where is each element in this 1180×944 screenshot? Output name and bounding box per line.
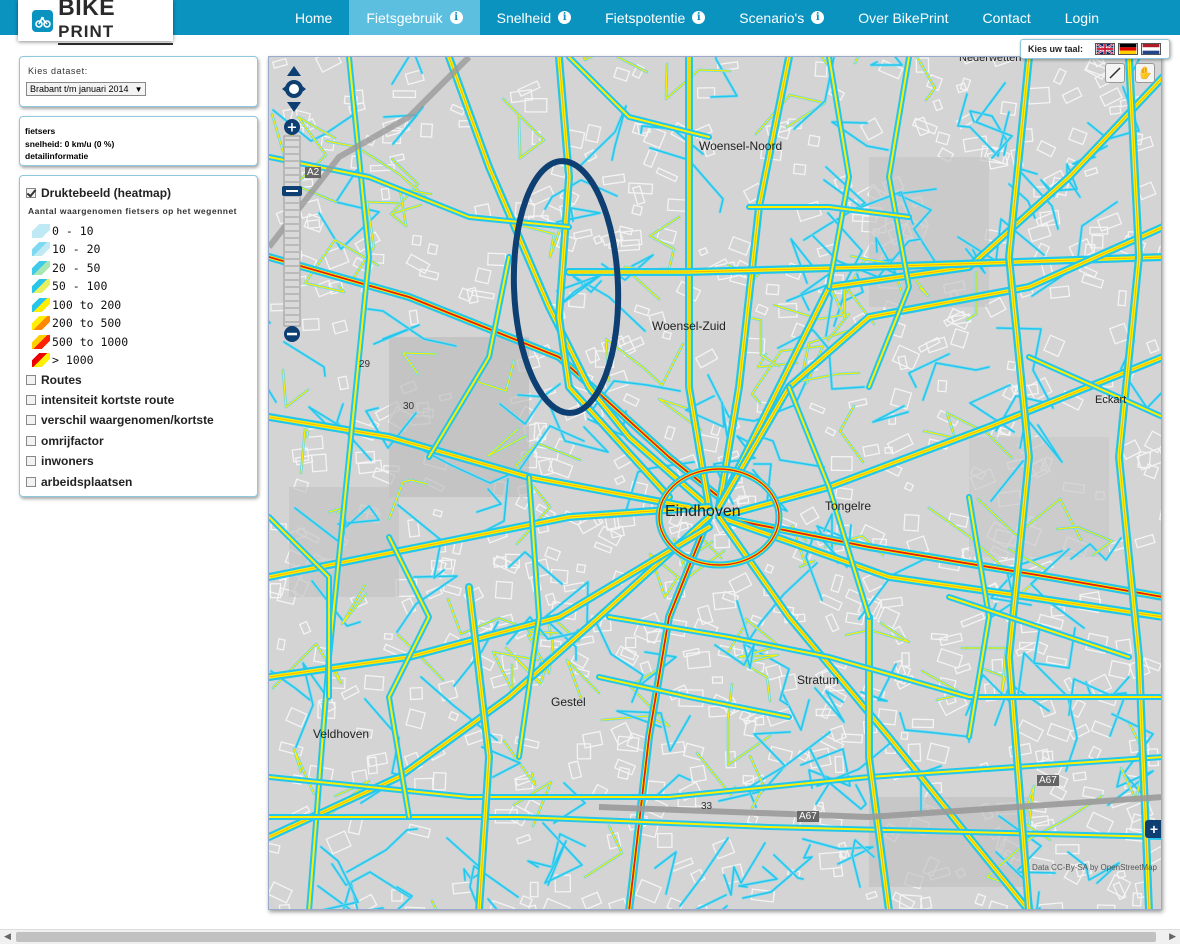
zoom-slider-handle[interactable] (282, 186, 302, 196)
legend-item: > 1000 (32, 351, 251, 370)
zoom-in-button[interactable]: + (284, 119, 300, 136)
place-label-eckart: Eckart (1095, 394, 1127, 406)
legend-swatch (32, 279, 50, 294)
zoom-out-button[interactable] (284, 326, 300, 342)
map-attribution: Data CC-By-SA by OpenStreetMap (1032, 863, 1157, 872)
flag-de-icon[interactable] (1118, 43, 1139, 55)
layer-intensiteit-kortste-route[interactable]: intensiteit kortste route (26, 390, 251, 410)
layer-routes[interactable]: Routes (26, 369, 251, 389)
info-snelheid: snelheid: 0 km/u (0 %) (25, 138, 115, 149)
language-label: Kies uw taal: (1028, 44, 1084, 54)
layer-checkbox[interactable] (26, 456, 36, 467)
legend-swatch (32, 297, 50, 312)
place-label-tongelre: Tongelre (825, 499, 872, 513)
layer-checkbox[interactable] (26, 476, 36, 487)
layer-verschil-waargenomen-kortste[interactable]: verschil waargenomen/kortste (26, 410, 251, 430)
place-label-veldhoven: Veldhoven (313, 727, 370, 741)
pan-control[interactable] (282, 66, 306, 112)
dropdown-arrow-icon: ▼ (134, 84, 143, 94)
nav-item-login[interactable]: Login (1048, 0, 1116, 35)
layer-checkbox[interactable] (26, 415, 36, 426)
svg-text:+: + (287, 121, 298, 136)
heatmap-layer (269, 57, 1161, 909)
place-label-gestel: Gestel (551, 695, 586, 709)
legend-item: 50 - 100 (32, 277, 251, 296)
nav-item-fietsgebruik[interactable]: Fietsgebruik i (349, 0, 480, 35)
road-label-33: 33 (701, 801, 713, 812)
layer-checkbox[interactable] (26, 435, 36, 446)
logo-text: BIKE PRINT (58, 0, 173, 45)
legend-swatch (32, 223, 50, 238)
layer-switcher-button[interactable]: + (1145, 820, 1161, 838)
other-layers: Routes intensiteit kortste route verschil … (26, 369, 251, 491)
place-label-stratum: Stratum (797, 673, 840, 687)
horizontal-scrollbar[interactable]: ◀ ▶ (0, 929, 1180, 944)
ruler-icon (1109, 67, 1121, 79)
legend-swatch (32, 334, 50, 349)
bikeprint-logo[interactable]: BIKE PRINT (18, 0, 173, 45)
legend-item: 100 to 200 (32, 295, 251, 314)
legend-item: 0 - 10 (32, 221, 251, 240)
zoom-slider-track[interactable] (283, 135, 301, 327)
layer-checkbox[interactable] (26, 374, 36, 385)
layer-heatmap[interactable]: Druktebeeld (heatmap) (26, 183, 251, 203)
nav-item-snelheid[interactable]: Snelheid i (480, 0, 589, 35)
legend-swatch (32, 242, 50, 257)
legend-item: 20 - 50 (32, 258, 251, 277)
layer-inwoners[interactable]: inwoners (26, 451, 251, 471)
language-selector: Kies uw taal: (1020, 39, 1170, 59)
legend-swatch (32, 260, 50, 275)
layer-checkbox[interactable] (26, 394, 36, 405)
nav-item-over-bikeprint[interactable]: Over BikePrint (841, 0, 965, 35)
legend-swatch (32, 353, 50, 368)
info-icon[interactable]: i (692, 11, 706, 24)
scrollbar-thumb[interactable] (16, 932, 1156, 942)
scroll-right-arrow-icon[interactable]: ▶ (1169, 931, 1176, 942)
flag-uk-icon[interactable] (1095, 43, 1116, 55)
info-detail[interactable]: detailinformatie (25, 150, 252, 163)
dataset-panel: Kies dataset: Brabant t/m januari 2014 ▼ (19, 56, 258, 107)
measure-tool-button[interactable] (1105, 63, 1125, 83)
info-panel: fietsers snelheid: 0 km/u (0 %) detailin… (19, 116, 258, 166)
info-fietsers: fietsers (25, 126, 56, 136)
dataset-select[interactable]: Brabant t/m januari 2014 ▼ (26, 82, 147, 96)
road-label-30: 30 (403, 401, 415, 412)
info-icon[interactable]: i (811, 11, 825, 24)
map-canvas[interactable]: Eindhoven Woensel-Zuid Woensel-Noord Ges… (268, 56, 1162, 910)
place-label-eindhoven: Eindhoven (665, 503, 741, 520)
legend-caption: Aantal waargenomen fietsers op het wegen… (28, 206, 238, 217)
info-icon[interactable]: i (449, 11, 463, 24)
plus-icon: + (1149, 821, 1159, 837)
hand-icon: ✋ (1137, 66, 1153, 80)
legend-item: 200 to 500 (32, 314, 251, 333)
nav-item-home[interactable]: Home (278, 0, 349, 35)
layer-omrijfactor[interactable]: omrijfactor (26, 431, 251, 451)
road-label-a67-west: A67 (797, 811, 819, 822)
legend-item: 10 - 20 (32, 240, 251, 259)
map-zoom-control: + (282, 66, 306, 342)
nav-item-contact[interactable]: Contact (965, 0, 1047, 35)
heatmap-checkbox[interactable] (26, 188, 36, 199)
layer-arbeidsplaatsen[interactable]: arbeidsplaatsen (26, 471, 251, 491)
pan-tool-button[interactable]: ✋ (1135, 63, 1155, 83)
flag-nl-icon[interactable] (1141, 43, 1162, 55)
place-label-woensel-noord: Woensel-Noord (699, 139, 783, 153)
layers-panel: Druktebeeld (heatmap) Aantal waargenomen… (19, 175, 258, 497)
info-icon[interactable]: i (558, 11, 572, 24)
bike-logo-icon (32, 9, 54, 32)
place-label-nederwetten: Nederwetten (959, 56, 1022, 64)
dataset-label: Kies dataset: (28, 66, 88, 76)
road-label-a67-east: A67 (1037, 775, 1059, 786)
scroll-left-arrow-icon[interactable]: ◀ (4, 931, 11, 942)
nav-item-fietspotentie[interactable]: Fietspotentie i (588, 0, 722, 35)
legend-item: 500 to 1000 (32, 332, 251, 351)
legend-swatch (32, 316, 50, 331)
nav-item-scenario-s[interactable]: Scenario's i (722, 0, 841, 35)
heatmap-legend: 0 - 10 10 - 20 20 - 50 50 - 100 100 to 200 20… (26, 221, 251, 369)
place-label-woensel-zuid: Woensel-Zuid (652, 319, 726, 333)
main-nav: Home Fietsgebruik i Snelheid i Fietspotentie i… (278, 0, 1116, 35)
road-label-29: 29 (359, 359, 371, 370)
